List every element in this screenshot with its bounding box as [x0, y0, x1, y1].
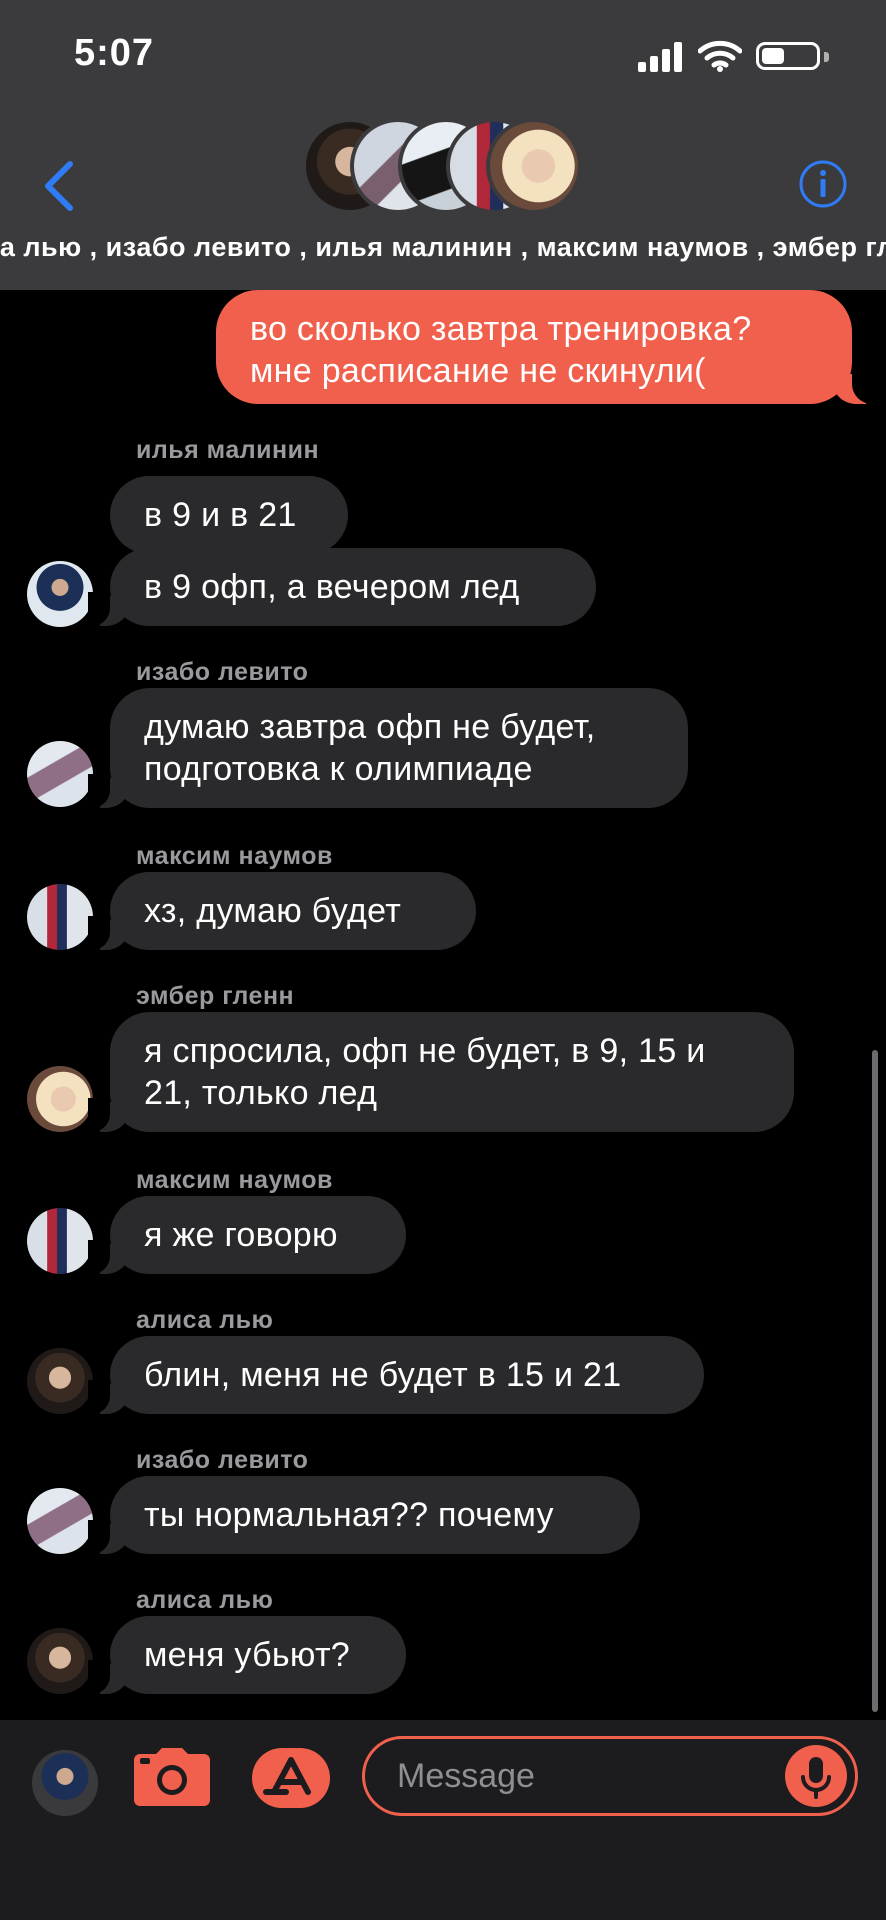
- incoming-message[interactable]: хз, думаю будет: [88, 872, 476, 950]
- sender-name: изабо левито: [136, 658, 309, 686]
- chevron-left-icon[interactable]: [36, 158, 86, 214]
- incoming-message[interactable]: меня убьют?: [88, 1616, 406, 1694]
- wifi-icon: [698, 40, 742, 72]
- sender-name: изабо левито: [136, 1446, 309, 1474]
- sender-name: алиса лью: [136, 1306, 274, 1334]
- app-store-icon[interactable]: [252, 1748, 330, 1808]
- message-placeholder: Message: [397, 1757, 535, 1795]
- avatar: [27, 741, 93, 807]
- microphone-button[interactable]: [785, 1745, 847, 1807]
- info-icon[interactable]: [798, 159, 848, 209]
- avatar: [27, 1488, 93, 1554]
- avatar: [27, 1208, 93, 1274]
- message-thread[interactable]: во сколько завтра тренировка? мне распис…: [0, 290, 886, 1720]
- avatar: [27, 884, 93, 950]
- message-input[interactable]: Message: [362, 1736, 858, 1816]
- incoming-message[interactable]: в 9 и в 21: [110, 476, 348, 554]
- sender-name: илья малинин: [136, 436, 320, 464]
- avatar: [486, 118, 582, 214]
- outgoing-message[interactable]: во сколько завтра тренировка? мне распис…: [216, 290, 878, 404]
- avatar: [27, 1628, 93, 1694]
- incoming-message[interactable]: в 9 офп, а вечером лед: [88, 548, 596, 626]
- sender-name: максим наумов: [136, 1166, 333, 1194]
- incoming-message[interactable]: ты нормальная?? почему: [88, 1476, 640, 1554]
- status-time: 5:07: [74, 32, 155, 74]
- group-members-list[interactable]: са лью , изабо левито , илья малинин , м…: [0, 232, 886, 263]
- microphone-icon: [801, 1757, 831, 1799]
- incoming-message[interactable]: я же говорю: [88, 1196, 406, 1274]
- conversation-header: 5:07 са лью , изабо левито , илья малини…: [0, 0, 886, 290]
- compose-bar: Message: [0, 1720, 886, 1920]
- sender-name: эмбер гленн: [136, 982, 295, 1010]
- camera-icon[interactable]: [134, 1748, 210, 1806]
- status-icons: [638, 38, 838, 78]
- incoming-message[interactable]: блин, меня не будет в 15 и 21: [88, 1336, 704, 1414]
- battery-level: [762, 48, 784, 64]
- memoji-button[interactable]: [32, 1750, 98, 1816]
- avatar: [27, 561, 93, 627]
- avatar: [27, 1348, 93, 1414]
- incoming-message[interactable]: думаю завтра офп не будет, подготовка к …: [88, 688, 688, 808]
- battery-nub: [824, 52, 829, 62]
- sender-name: максим наумов: [136, 842, 333, 870]
- avatar: [27, 1066, 93, 1132]
- group-avatars[interactable]: [302, 118, 582, 222]
- cellular-signal-icon: [638, 42, 682, 72]
- incoming-message[interactable]: я спросила, офп не будет, в 9, 15 и 21, …: [88, 1012, 794, 1132]
- scrollbar[interactable]: [872, 1050, 878, 1712]
- sender-name: алиса лью: [136, 1586, 274, 1614]
- battery-icon: [756, 42, 820, 70]
